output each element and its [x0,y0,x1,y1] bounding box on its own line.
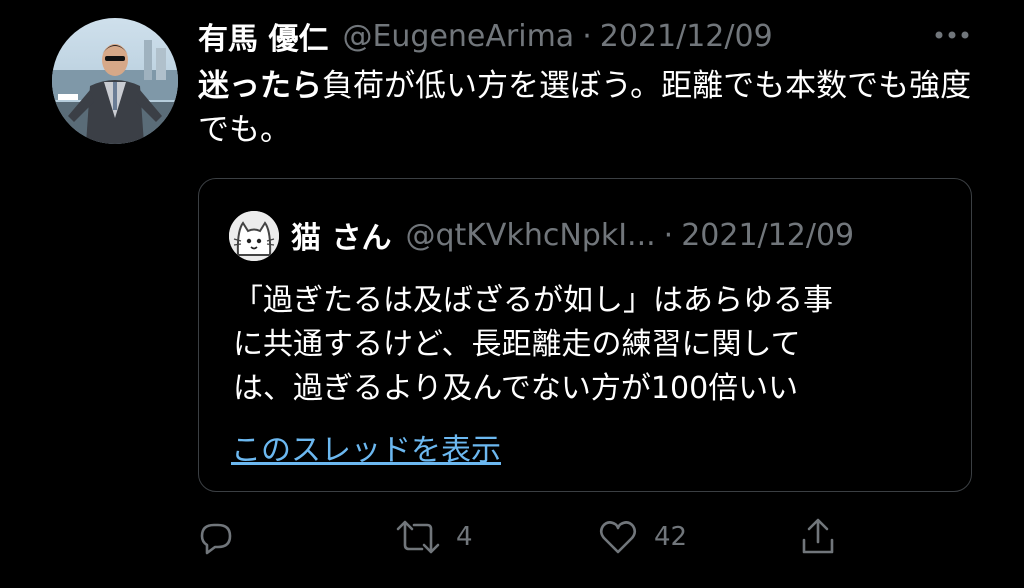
author-handle[interactable]: @EugeneArima [342,19,574,54]
retweet-button[interactable]: 4 [394,514,473,560]
separator-dot: · [582,18,592,54]
quoted-tweet-header: 猫 さん @qtKVkhcNpkI... · 2021/12/09 [291,213,854,257]
quoted-separator-dot: · [663,217,674,253]
more-dots-icon [935,31,969,39]
show-thread-link[interactable]: このスレッドを表示 [231,425,501,469]
quoted-text-line: 「過ぎたるは及ばざるが如し」はあらゆる事 [233,283,833,318]
avatar-photo [52,18,178,144]
author-name[interactable]: 有馬 優仁 [198,14,328,58]
quoted-text-line: は、過ぎるより及んでない方が100倍いい [233,371,799,406]
heart-icon [599,521,637,554]
quoted-author-handle: @qtKVkhcNpkI... [405,217,656,253]
retweet-icon [396,520,440,554]
quoted-author-name: 猫 さん [291,221,392,256]
tweet-date[interactable]: 2021/12/09 [600,19,773,54]
quoted-tweet-text: 「過ぎたるは及ばざるが如し」はあらゆる事 に共通するけど、長距離走の練習に関して… [233,279,933,411]
tweet-text-bold: 迷ったら [198,68,322,104]
more-options-button[interactable] [928,20,976,50]
quoted-tweet-date: 2021/12/09 [681,217,855,253]
author-avatar[interactable] [52,18,178,144]
like-count: 42 [654,522,688,552]
retweet-count: 4 [456,522,473,552]
share-button[interactable] [796,514,840,560]
quoted-text-line: に共通するけど、長距離走の練習に関して [233,327,801,362]
share-icon [802,518,834,554]
reply-button[interactable] [196,514,236,560]
reply-icon [200,523,232,555]
tweet-text: 迷ったら負荷が低い方を選ぼう。距離でも本数でも強度でも。 [198,64,978,152]
like-button[interactable]: 42 [596,514,687,560]
quoted-author-avatar [229,211,279,261]
quoted-tweet-card[interactable]: 猫 さん @qtKVkhcNpkI... · 2021/12/09 「過ぎたるは… [198,178,972,492]
cat-avatar-icon [229,211,279,261]
tweet-header: 有馬 優仁 @EugeneArima · 2021/12/09 [198,14,773,58]
